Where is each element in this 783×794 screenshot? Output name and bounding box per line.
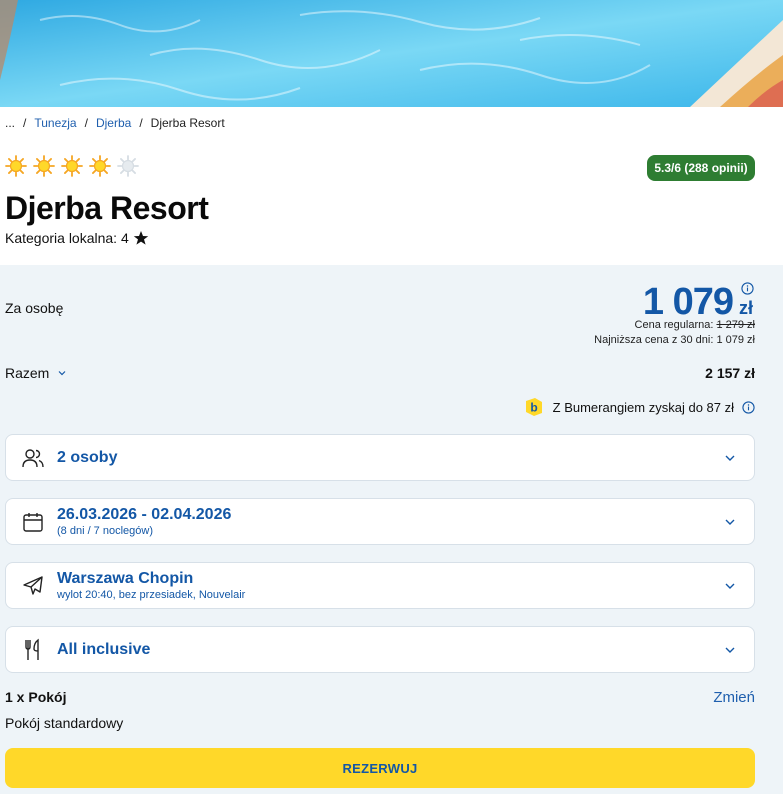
room-title: 1 x Pokój [5, 689, 67, 705]
total-value: 2 157 zł [705, 365, 755, 381]
info-icon[interactable] [742, 400, 755, 414]
plane-icon [23, 575, 43, 595]
chevron-down-icon [725, 519, 735, 525]
rating-badge[interactable]: 5.3/6 (288 opinii) [647, 155, 755, 181]
breadcrumb-current: Djerba Resort [150, 116, 225, 130]
breadcrumb-separator: / [139, 116, 143, 130]
breadcrumb-separator: / [84, 116, 88, 130]
regular-price-label: Cena regularna: [634, 319, 714, 331]
flight-selector[interactable]: Warszawa Chopin wylot 20:40, bez przesia… [5, 562, 755, 609]
per-person-label: Za osobę [5, 300, 64, 316]
sun-icon [61, 155, 83, 177]
change-room-link[interactable]: Zmień [713, 689, 755, 706]
board-selector[interactable]: All inclusive [5, 626, 755, 673]
persons-value: 2 osoby [57, 448, 118, 466]
bumerang-logo-icon: b [525, 398, 542, 416]
breadcrumb: ... / Tunezja / Djerba / Djerba Resort [5, 116, 225, 130]
per-person-price: 1 079 [642, 281, 734, 323]
chevron-down-icon [725, 647, 735, 653]
sun-icon [117, 155, 139, 177]
sun-icon [89, 155, 111, 177]
breadcrumb-ellipsis[interactable]: ... [5, 116, 15, 130]
board-value: All inclusive [57, 640, 151, 658]
sun-icon [33, 155, 55, 177]
people-icon [22, 448, 44, 467]
dates-value: 26.03.2026 - 02.04.2026 [57, 506, 232, 523]
flight-text: Warszawa Chopin wylot 20:40, bez przesia… [57, 570, 245, 601]
chevron-down-icon [58, 371, 66, 376]
breadcrumb-link-country[interactable]: Tunezja [34, 116, 76, 130]
local-category: Kategoria lokalna: 4 [5, 230, 149, 246]
chevron-down-icon [725, 583, 735, 589]
info-icon[interactable] [741, 282, 754, 295]
board-text: All inclusive [57, 641, 150, 659]
calendar-icon [23, 512, 43, 532]
dates-text: 26.03.2026 - 02.04.2026 (8 dni / 7 nocle… [57, 506, 231, 537]
regular-price-value: 1 279 zł [716, 319, 755, 331]
book-button[interactable]: REZERWUJ [5, 748, 755, 788]
lowest-price-30-days: Najniższa cena z 30 dni: 1 079 zł [594, 334, 755, 346]
dates-duration: (8 dni / 7 noclegów) [57, 525, 153, 537]
bumerang-promo: b Z Bumerangiem zyskaj do 87 zł [523, 396, 755, 418]
bumerang-text: Z Bumerangiem zyskaj do 87 zł [552, 399, 734, 415]
persons-text: 2 osoby [57, 449, 117, 467]
persons-selector[interactable]: 2 osoby [5, 434, 755, 481]
flight-details: wylot 20:40, bez przesiadek, Nouvelair [57, 589, 246, 601]
regular-price: Cena regularna: 1 279 zł [635, 319, 755, 331]
bumerang-logo-letter: b [530, 401, 537, 415]
star-icon [133, 231, 148, 245]
breadcrumb-link-region[interactable]: Djerba [96, 116, 131, 130]
hero-image [0, 0, 783, 107]
hotel-name: Djerba Resort [5, 190, 209, 226]
fork-knife-icon [25, 638, 39, 660]
dates-selector[interactable]: 26.03.2026 - 02.04.2026 (8 dni / 7 nocle… [5, 498, 755, 545]
sun-icon [5, 155, 27, 177]
chevron-down-icon [725, 455, 735, 461]
room-type: Pokój standardowy [5, 715, 124, 731]
sun-rating [5, 155, 139, 177]
breadcrumb-separator: / [23, 116, 27, 130]
price-currency: zł [739, 298, 754, 318]
flight-airport: Warszawa Chopin [57, 570, 194, 587]
total-label: Razem [5, 365, 50, 381]
total-toggle[interactable]: Razem [5, 365, 67, 381]
local-category-label: Kategoria lokalna: 4 [5, 230, 129, 246]
